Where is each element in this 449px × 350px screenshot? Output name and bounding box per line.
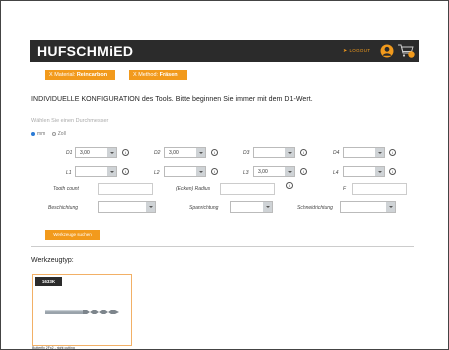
cart-icon[interactable]: [397, 42, 415, 59]
l2-info-icon[interactable]: i: [211, 168, 218, 175]
method-filter-value: Fräsen: [159, 72, 178, 78]
tool-caption: Butterfly 2Fx2 - right cutting: [32, 346, 75, 350]
logout-arrow-icon: ➤: [343, 48, 348, 54]
chevron-down-icon: [263, 202, 272, 212]
d4-select[interactable]: [343, 147, 385, 158]
tooth-count-label: Tooth count: [53, 186, 79, 192]
results-title: Werkzeugtyp:: [31, 257, 74, 264]
corner-radius-input[interactable]: [220, 183, 275, 195]
unit-selector: mm Zoll: [31, 131, 71, 137]
d2-value: 3,00: [169, 150, 179, 156]
method-filter-chip[interactable]: X Method: Fräsen: [129, 70, 187, 80]
d3-info-icon[interactable]: i: [300, 149, 307, 156]
d2-info-icon[interactable]: i: [211, 149, 218, 156]
d1-select[interactable]: 3,00: [75, 147, 117, 158]
config-headline: INDIVIDUELLE KONFIGURATION des Tools. Bi…: [31, 96, 313, 103]
chevron-down-icon: [386, 202, 395, 212]
d1-info-icon[interactable]: i: [122, 149, 129, 156]
d2-label: D2: [154, 150, 161, 156]
chip-breaker-select[interactable]: [230, 201, 273, 213]
l3-value: 3,00: [258, 169, 268, 175]
cutting-direction-label: Schneidrichtung: [297, 205, 333, 211]
tooth-count-input[interactable]: [98, 183, 153, 195]
l4-label: L4: [333, 170, 339, 176]
chevron-down-icon: [285, 148, 294, 157]
unit-mm-label: mm: [37, 131, 46, 137]
chevron-down-icon: [107, 148, 116, 157]
corner-radius-label: (Ecken) Radius: [176, 186, 211, 192]
l2-label: L2: [154, 170, 160, 176]
l4-select[interactable]: [343, 166, 385, 177]
l2-select[interactable]: [164, 166, 206, 177]
cutting-direction-select[interactable]: [340, 201, 396, 213]
diameter-label: Wählen Sie einen Durchmesser: [31, 118, 109, 124]
section-divider: [31, 246, 414, 247]
d4-label: D4: [333, 150, 340, 156]
coating-select[interactable]: [98, 201, 156, 213]
d4-info-icon[interactable]: i: [389, 149, 396, 156]
chevron-down-icon: [196, 167, 205, 176]
tool-image: [45, 310, 119, 314]
material-filter-value: Reincarbon: [76, 72, 108, 78]
d3-label: D3: [243, 150, 250, 156]
d3-select[interactable]: [253, 147, 295, 158]
top-header: HUFSCHMiED ➤ LOGOUT: [30, 40, 419, 62]
user-icon[interactable]: [380, 44, 394, 58]
material-filter-chip[interactable]: X Material: Reincarbon: [45, 70, 115, 80]
f-label: F: [343, 186, 347, 192]
method-filter-prefix: X Method:: [133, 72, 160, 78]
l3-info-icon[interactable]: i: [300, 168, 307, 175]
search-tools-button[interactable]: Werkzeuge suchen: [45, 230, 100, 240]
corner-radius-info-icon[interactable]: i: [286, 182, 293, 189]
chip-breaker-label: Spanrichtung: [189, 205, 219, 211]
logout-label: LOGOUT: [349, 48, 371, 53]
d1-value: 3,00: [80, 150, 90, 156]
l1-info-icon[interactable]: i: [122, 168, 129, 175]
chevron-down-icon: [146, 202, 155, 212]
unit-inch-label: Zoll: [57, 131, 66, 137]
l1-select[interactable]: [75, 166, 117, 177]
l3-label: L3: [243, 170, 249, 176]
l4-info-icon[interactable]: i: [389, 168, 396, 175]
tool-badge: 1633K: [35, 277, 62, 286]
tool-card[interactable]: 1633K: [32, 274, 132, 346]
l3-select[interactable]: 3,00: [253, 166, 295, 177]
logout-link[interactable]: ➤ LOGOUT: [343, 48, 370, 54]
unit-inch-radio[interactable]: [51, 132, 56, 136]
unit-mm-radio[interactable]: [31, 132, 35, 136]
l1-label: L1: [66, 170, 72, 176]
chevron-down-icon: [196, 148, 205, 157]
d1-label: D1: [66, 150, 73, 156]
chevron-down-icon: [375, 167, 384, 176]
chevron-down-icon: [285, 167, 294, 176]
material-filter-prefix: X Material:: [49, 72, 77, 78]
chevron-down-icon: [107, 167, 116, 176]
coating-label: Beschichtung: [48, 205, 79, 211]
brand-logo[interactable]: HUFSCHMiED: [37, 43, 133, 59]
d2-select[interactable]: 3,00: [164, 147, 206, 158]
f-input[interactable]: [352, 183, 407, 195]
chevron-down-icon: [375, 148, 384, 157]
